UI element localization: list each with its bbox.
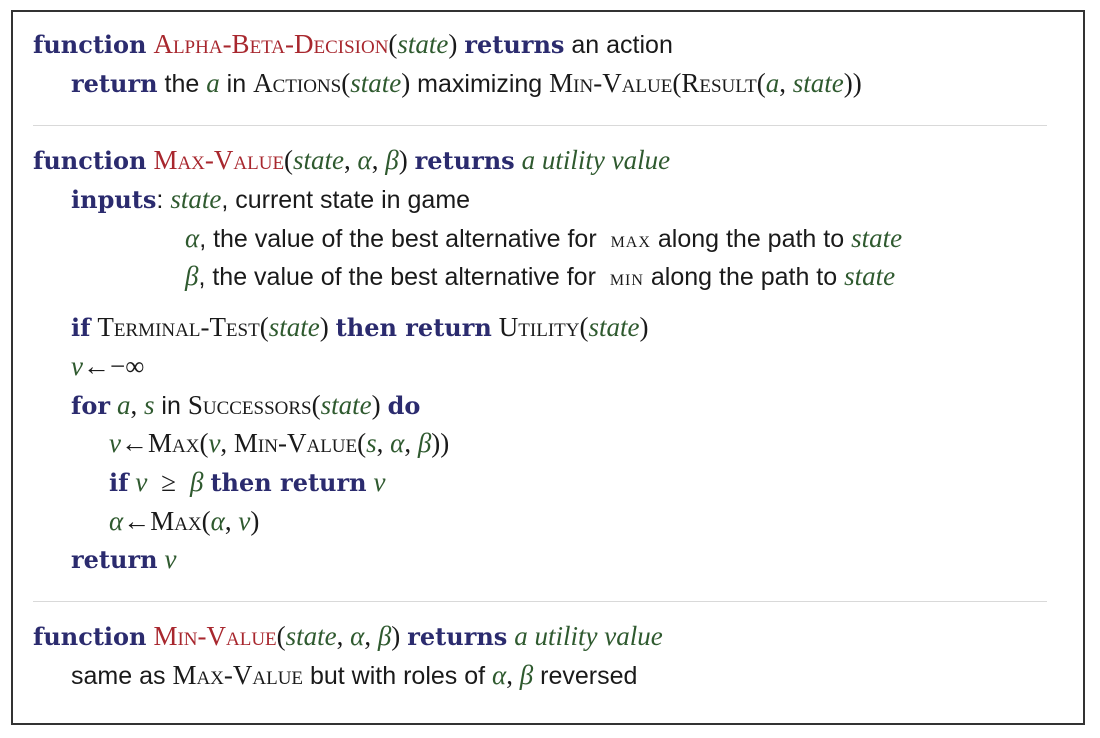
var-a: a [206,68,220,98]
keyword-do: do [387,391,421,420]
function-name-min-value: Min-Value [549,68,673,98]
text-an-action: an action [571,31,673,59]
line-for-successors: for a, s in Successors(state) do [71,390,421,420]
line-if-terminal-test: if Terminal-Test(state) then return Util… [71,312,649,342]
var-state: state [397,29,449,59]
line-v-assign-max: v←Max(v, Min-Value(s, α, β)) [109,428,450,458]
function-name-alpha-beta-decision: Alpha-Beta-Decision [153,29,389,59]
line-return-argmax: return the a in Actions(state) maximizin… [71,68,862,98]
function-name-utility: Utility [498,312,580,342]
line-min-value-header: function Min-Value(state, α, β) returns … [33,621,663,651]
line-v-assign-neg-inf: v←−∞ [71,351,145,381]
line-inputs-beta: β, the value of the best alternative for… [185,261,896,291]
var-s: s [143,390,155,420]
function-name-successors: Successors [187,390,312,420]
keyword-then-return: then return [335,313,492,342]
keyword-inputs: inputs [71,185,157,214]
word-min: min [609,265,644,290]
keyword-if: if [71,313,91,342]
var-a-utility-value: a utility value [521,145,671,175]
line-alpha-assign-max: α←Max(α, v) [109,506,260,536]
function-name-terminal-test: Terminal-Test [97,312,260,342]
line-max-value-header: function Max-Value(state, α, β) returns … [33,145,671,175]
word-max: max [610,227,651,252]
keyword-return: return [71,69,158,98]
function-name-max-value: Max-Value [153,145,285,175]
line-same-as-max-value: same as Max-Value but with roles of α, β… [71,660,638,690]
keyword-returns: returns [464,30,565,59]
algorithm-box: function Alpha-Beta-Decision(state) retu… [11,10,1085,725]
section-divider [33,601,1047,602]
line-inputs-state: inputs: state, current state in game [71,184,471,214]
function-name-min-value-header: Min-Value [153,621,277,651]
function-name-result: Result [681,68,757,98]
line-inputs-alpha: α, the value of the best alternative for… [185,223,903,253]
section-divider [33,125,1047,126]
line-if-v-geq-beta: if v ≥ β then return v [109,467,386,497]
keyword-for: for [71,391,110,420]
function-name-actions: Actions [253,68,342,98]
line-return-v: return v [71,544,177,574]
keyword-function: function [33,30,147,59]
line-alpha-beta-decision-header: function Alpha-Beta-Decision(state) retu… [33,29,673,59]
